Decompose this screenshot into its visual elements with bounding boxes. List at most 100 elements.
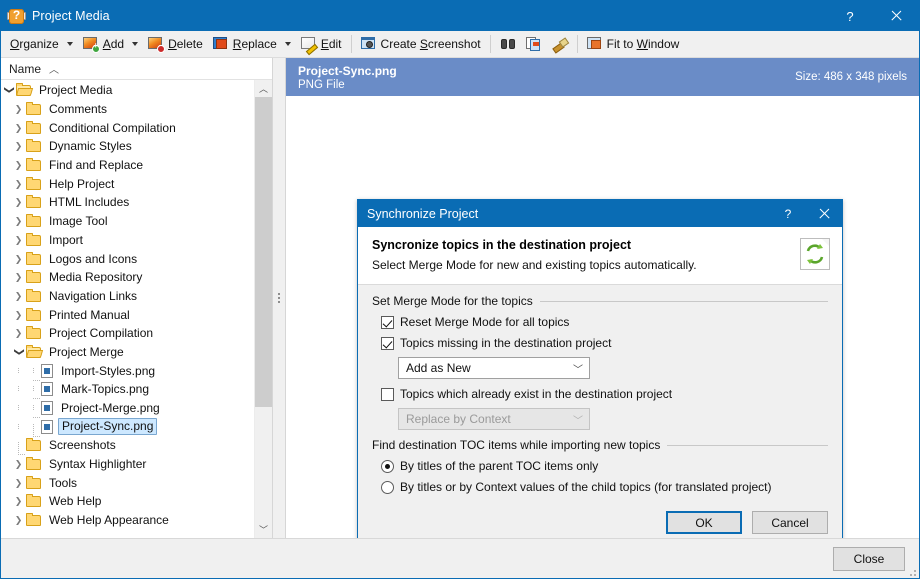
tree-row[interactable]: ❯ Logos and Icons — [1, 249, 254, 268]
scrollbar-track[interactable] — [255, 97, 272, 521]
tree-expander-collapsed-icon[interactable]: ❯ — [11, 231, 26, 249]
toolbar-copy-button[interactable] — [521, 33, 547, 55]
cancel-button[interactable]: Cancel — [752, 511, 828, 534]
pane-splitter[interactable] — [273, 58, 286, 538]
tree-expander-collapsed-icon[interactable]: ❯ — [11, 156, 26, 174]
scroll-down-button[interactable]: ﹀ — [255, 521, 272, 538]
toolbar-fit-to-window-button[interactable]: Fit to Window — [582, 33, 685, 55]
folder-icon — [26, 120, 41, 134]
toolbar-create-screenshot-button[interactable]: Create Screenshot — [356, 33, 486, 55]
tree-expander-collapsed-icon[interactable]: ❯ — [11, 175, 26, 193]
chevron-down-icon[interactable]: ﹀ — [567, 361, 589, 376]
resize-grip-icon[interactable] — [906, 566, 916, 576]
dialog-header-subtitle: Select Merge Mode for new and existing t… — [372, 258, 697, 272]
tree-expander-collapsed-icon[interactable]: ❯ — [11, 137, 26, 155]
image-file-icon — [41, 401, 53, 416]
radio-icon[interactable] — [381, 459, 394, 473]
tree-expander-expanded-icon[interactable]: ❯ — [10, 344, 28, 359]
help-media-icon: ? — [7, 8, 26, 25]
dialog-help-button[interactable]: ? — [770, 200, 806, 227]
image-file-icon — [41, 382, 53, 397]
tree-row-label: Conditional Compilation — [49, 120, 176, 135]
checkbox-icon[interactable] — [381, 336, 394, 350]
dialog-close-button[interactable] — [806, 200, 842, 227]
toolbar-find-button[interactable] — [495, 33, 521, 55]
tree-row[interactable]: ❯ Import — [1, 231, 254, 250]
tree-row[interactable]: ❯ HTML Includes — [1, 193, 254, 212]
scroll-up-button[interactable]: ︿ — [255, 80, 272, 97]
close-icon — [818, 208, 830, 220]
tree-row[interactable]: ❯ Image Tool — [1, 212, 254, 231]
checkbox-reset-merge-mode[interactable]: Reset Merge Mode for all topics — [381, 315, 828, 329]
tree-expander-collapsed-icon[interactable]: ❯ — [11, 119, 26, 137]
ok-button[interactable]: OK — [666, 511, 742, 534]
tree-row[interactable]: ❯ Dynamic Styles — [1, 137, 254, 156]
tree-expander-collapsed-icon[interactable]: ❯ — [11, 492, 26, 510]
tree-row[interactable]: ❯ Media Repository — [1, 268, 254, 287]
tree-row[interactable]: ❯ Tools — [1, 473, 254, 492]
tree-row[interactable]: Project-Merge.png — [1, 399, 254, 419]
tree-row-label: Project Media — [39, 83, 113, 98]
tree-row[interactable]: ❯ Conditional Compilation — [1, 118, 254, 137]
tree-row[interactable]: Import-Styles.png — [1, 361, 254, 381]
tree-row[interactable]: ❯ Printed Manual — [1, 305, 254, 324]
tree-expander-collapsed-icon[interactable]: ❯ — [11, 212, 26, 230]
folder-icon — [26, 176, 41, 190]
tree-vertical-scrollbar[interactable]: ︿ ﹀ — [254, 80, 272, 538]
tree-row[interactable]: ❯ Web Help Appearance — [1, 511, 254, 530]
tree-row[interactable]: ❯ Project Compilation — [1, 324, 254, 343]
tree-row[interactable]: Screenshots — [1, 436, 254, 456]
tree-expander-collapsed-icon[interactable]: ❯ — [11, 306, 26, 324]
tree-expander-collapsed-icon[interactable]: ❯ — [11, 511, 26, 529]
tree-scroll-area: ❯ Project Media ❯ Comments ❯ Conditional Comp… — [1, 80, 272, 538]
tree-row[interactable]: ❯ Project Merge — [1, 343, 254, 362]
tree-expander-collapsed-icon[interactable]: ❯ — [11, 455, 26, 473]
tree-expander-collapsed-icon[interactable]: ❯ — [11, 268, 26, 286]
tree-row[interactable]: ❯ Web Help — [1, 492, 254, 511]
tree-expander-collapsed-icon[interactable]: ❯ — [11, 250, 26, 268]
tree-expander-collapsed-icon[interactable]: ❯ — [11, 100, 26, 118]
tree-row[interactable]: ❯ Syntax Highlighter — [1, 455, 254, 474]
chevron-down-icon — [132, 42, 139, 46]
tree-row[interactable]: Mark-Topics.png — [1, 380, 254, 400]
close-window-button[interactable]: Close — [833, 546, 905, 571]
radio-by-titles-or-context[interactable]: By titles or by Context values of the ch… — [381, 480, 828, 494]
tree-expander-collapsed-icon[interactable]: ❯ — [11, 193, 26, 211]
toolbar-add-button[interactable]: + Add — [78, 33, 143, 55]
tree-expander-collapsed-icon[interactable]: ❯ — [11, 474, 26, 492]
checkbox-icon[interactable] — [381, 315, 394, 329]
combo-existing-topics-mode: Replace by Context ﹀ — [398, 408, 590, 430]
combo-missing-topics-mode[interactable]: Add as New ﹀ — [398, 357, 590, 379]
tree-row-label: Image Tool — [49, 214, 108, 229]
scrollbar-thumb[interactable] — [255, 97, 272, 407]
checkbox-topics-existing[interactable]: Topics which already exist in the destin… — [381, 387, 828, 401]
tree-expander-collapsed-icon[interactable]: ❯ — [11, 324, 26, 342]
tree-column-header[interactable]: Name ︿ — [1, 58, 272, 80]
tree-row[interactable]: Project-Sync.png — [1, 417, 254, 437]
tree-row[interactable]: ❯ Navigation Links — [1, 287, 254, 306]
checkbox-icon[interactable] — [381, 387, 394, 401]
tree-row[interactable]: ❯ Comments — [1, 100, 254, 119]
tree-row[interactable]: ❯ Project Media — [1, 81, 254, 100]
window-help-button[interactable]: ? — [827, 1, 873, 31]
folder-icon — [26, 438, 41, 452]
radio-by-parent-titles[interactable]: By titles of the parent TOC items only — [381, 459, 828, 473]
tree-expander-collapsed-icon[interactable]: ❯ — [11, 287, 26, 305]
tree-row-label: Import — [49, 232, 84, 247]
toolbar-clean-button[interactable] — [547, 33, 573, 55]
toolbar-edit-button[interactable]: Edit — [296, 33, 347, 56]
toolbar-delete-button[interactable]: − Delete — [143, 33, 208, 55]
tree-row-label: Comments — [49, 102, 108, 117]
tree-row-label: Navigation Links — [49, 288, 138, 303]
toolbar-replace-button[interactable]: Replace — [208, 33, 296, 55]
toolbar-organize-button[interactable]: Organize — [5, 33, 78, 55]
tree-row-label: Syntax Highlighter — [49, 457, 147, 472]
window-close-button[interactable] — [873, 1, 919, 31]
tree-row[interactable]: ❯ Help Project — [1, 174, 254, 193]
tree-row[interactable]: ❯ Find and Replace — [1, 156, 254, 175]
folder-icon — [26, 102, 41, 116]
checkbox-topics-missing[interactable]: Topics missing in the destination projec… — [381, 336, 828, 350]
radio-icon[interactable] — [381, 480, 394, 494]
window-title: Project Media — [32, 9, 110, 23]
media-tree[interactable]: ❯ Project Media ❯ Comments ❯ Conditional Comp… — [1, 80, 254, 538]
